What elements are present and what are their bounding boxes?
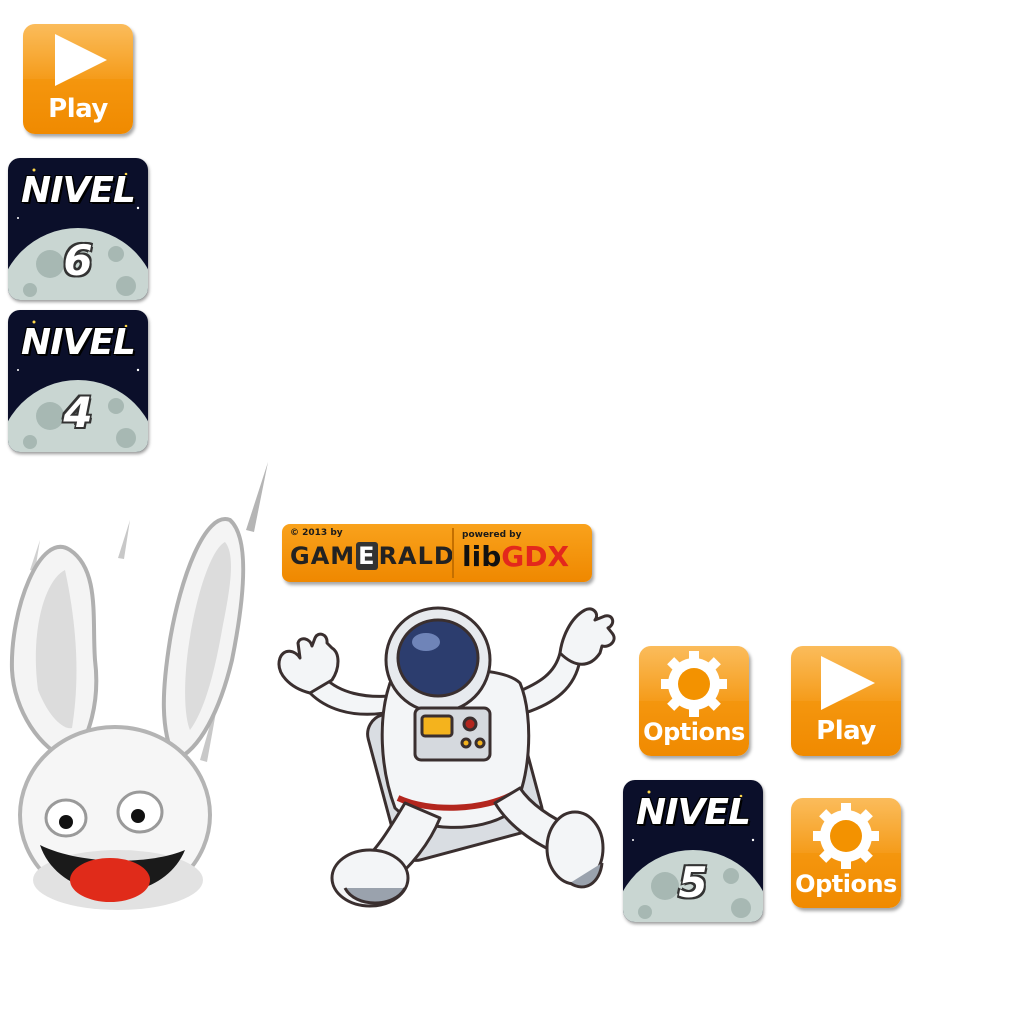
astronaut-character	[277, 606, 616, 908]
options-label: Options	[643, 718, 745, 746]
logo-divider	[452, 528, 454, 578]
level-title: NIVEL	[21, 322, 136, 363]
level-number: 5	[678, 858, 708, 907]
gamerald-wordmark: GAM E RALD	[290, 542, 455, 570]
libgdx-gdx: GDX	[501, 540, 570, 573]
level-title: NIVEL	[636, 792, 751, 833]
play-button[interactable]: Play	[23, 24, 133, 134]
options-label: Options	[795, 870, 897, 898]
play-label: Play	[816, 716, 876, 746]
powered-by-text: powered by	[462, 530, 522, 540]
level-6-button[interactable]: NIVEL 6	[8, 158, 148, 300]
level-title: NIVEL	[21, 170, 136, 211]
level-number: 4	[63, 388, 93, 437]
level-5-button[interactable]: NIVEL 5	[623, 780, 763, 922]
level-4-button[interactable]: NIVEL 4	[8, 310, 148, 452]
gamerald-part-2: RALD	[378, 542, 455, 570]
copyright-text: © 2013 by	[290, 528, 343, 538]
gamerald-e-mark: E	[356, 542, 378, 570]
level-number: 6	[63, 236, 93, 285]
options-button-secondary[interactable]: Options	[791, 798, 901, 908]
libgdx-wordmark: libGDX	[462, 540, 569, 573]
bunny-character	[9, 462, 268, 910]
play-label: Play	[48, 94, 108, 124]
libgdx-lib: lib	[462, 540, 502, 573]
options-button[interactable]: Options	[639, 646, 749, 756]
gamerald-part-1: GAM	[290, 542, 356, 570]
credits-logo: © 2013 by GAM E RALD powered by libGDX	[282, 524, 592, 582]
play-button-secondary[interactable]: Play	[791, 646, 901, 756]
